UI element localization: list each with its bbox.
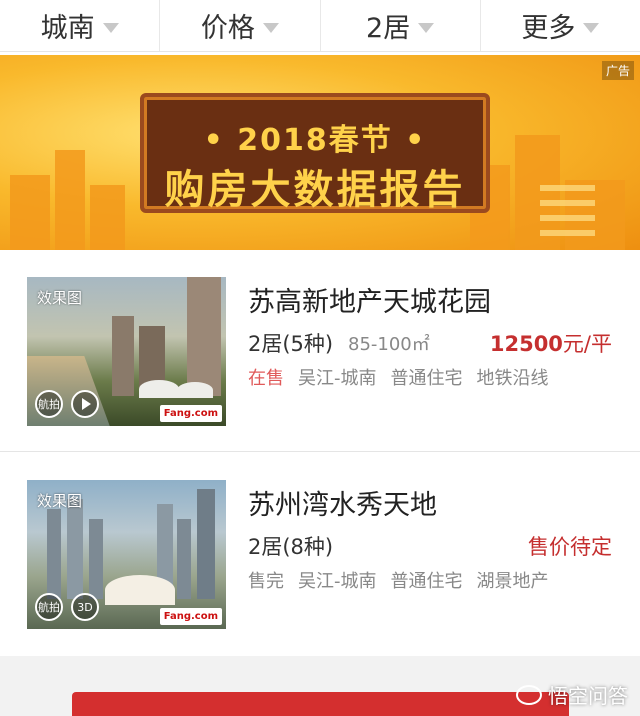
play-icon — [81, 398, 91, 410]
wukong-logo-icon — [516, 684, 542, 705]
filter-rooms-label: 2居 — [366, 13, 411, 44]
3d-view-button[interactable]: 3D — [71, 593, 99, 621]
ad-badge: 广告 — [601, 61, 634, 80]
dome-graphic — [177, 382, 213, 398]
dome-graphic — [139, 380, 179, 398]
image-type-label: 效果图 — [37, 289, 83, 307]
listing-item[interactable]: 效果图 航拍 Fang.com 苏高新地产天城花园 2居(5种) 85-100㎡… — [0, 252, 640, 452]
chevron-down-icon — [418, 22, 435, 33]
aerial-view-button[interactable]: 航拍 — [35, 593, 63, 621]
aerial-view-button[interactable]: 航拍 — [35, 390, 63, 418]
listing-area: 85-100㎡ — [348, 334, 430, 355]
banner-subtitle: 购房大数据报告 — [164, 167, 466, 213]
building-graphic — [89, 519, 103, 599]
building-graphic — [47, 509, 61, 599]
filter-bar: 城南 价格 2居 更多 — [0, 0, 640, 52]
building-graphic — [197, 489, 215, 599]
fang-logo: Fang.com — [159, 405, 222, 422]
fang-logo: Fang.com — [159, 608, 222, 625]
watermark-text: 悟空问答 — [548, 684, 628, 708]
chevron-down-icon — [583, 22, 600, 33]
price-value: 12500 — [489, 332, 563, 356]
listing-item[interactable]: 效果图 航拍 3D Fang.com 苏州湾水秀天地 2居(8种) 售价待定 售… — [0, 455, 640, 655]
aerial-view-label: 航拍 — [38, 601, 60, 614]
listing-tags: 在售 吴江-城南 普通住宅 地铁沿线 — [248, 364, 549, 390]
listing-price: 售价待定 — [528, 535, 612, 559]
status-badge: 售完 — [248, 571, 284, 592]
listing-name[interactable]: 苏州湾水秀天地 — [248, 483, 437, 522]
aerial-view-label: 航拍 — [38, 398, 60, 411]
building-graphic — [112, 316, 134, 396]
play-video-button[interactable] — [71, 390, 99, 418]
watermark: 悟空问答 — [516, 680, 628, 709]
filter-rooms[interactable]: 2居 — [321, 0, 481, 51]
tag-feature: 湖景地产 — [476, 571, 549, 592]
image-type-label: 效果图 — [37, 492, 83, 510]
listing-name[interactable]: 苏高新地产天城花园 — [248, 280, 491, 319]
listing-image[interactable]: 效果图 航拍 Fang.com — [27, 277, 226, 426]
listing-layout: 2居(8种) — [248, 535, 334, 559]
listing-layout: 2居(5种) — [248, 332, 334, 356]
filter-price[interactable]: 价格 — [160, 0, 321, 51]
filter-district-label: 城南 — [40, 13, 95, 44]
tag-property-type: 普通住宅 — [390, 368, 463, 389]
filter-district[interactable]: 城南 — [0, 0, 161, 51]
chevron-down-icon — [102, 22, 119, 33]
building-graphic — [187, 277, 221, 396]
stadium-graphic — [105, 575, 175, 605]
tag-location: 吴江-城南 — [298, 571, 377, 592]
chevron-down-icon — [262, 22, 279, 33]
river-graphic — [27, 356, 110, 426]
building-graphic — [177, 519, 191, 599]
banner-title-box: • 2018春节 • 购房大数据报告 — [140, 93, 490, 213]
listing-tags: 售完 吴江-城南 普通住宅 湖景地产 — [248, 567, 549, 593]
listing-price: 12500元/平 — [490, 328, 612, 358]
building-graphic — [67, 499, 83, 599]
banner-title: • 2018春节 • — [203, 123, 427, 158]
promo-banner[interactable]: 广告 • 2018春节 • 购房大数据报告 — [0, 55, 640, 250]
3d-view-label: 3D — [77, 600, 93, 614]
cta-button[interactable] — [72, 692, 569, 716]
tag-location: 吴江-城南 — [298, 368, 377, 389]
filter-price-label: 价格 — [200, 13, 255, 44]
price-unit: 元/平 — [562, 332, 612, 356]
tag-property-type: 普通住宅 — [390, 571, 463, 592]
status-badge: 在售 — [248, 368, 284, 389]
tag-feature: 地铁沿线 — [476, 368, 549, 389]
filter-more-label: 更多 — [521, 13, 576, 44]
listing-image[interactable]: 效果图 航拍 3D Fang.com — [27, 480, 226, 629]
filter-more[interactable]: 更多 — [481, 0, 640, 51]
